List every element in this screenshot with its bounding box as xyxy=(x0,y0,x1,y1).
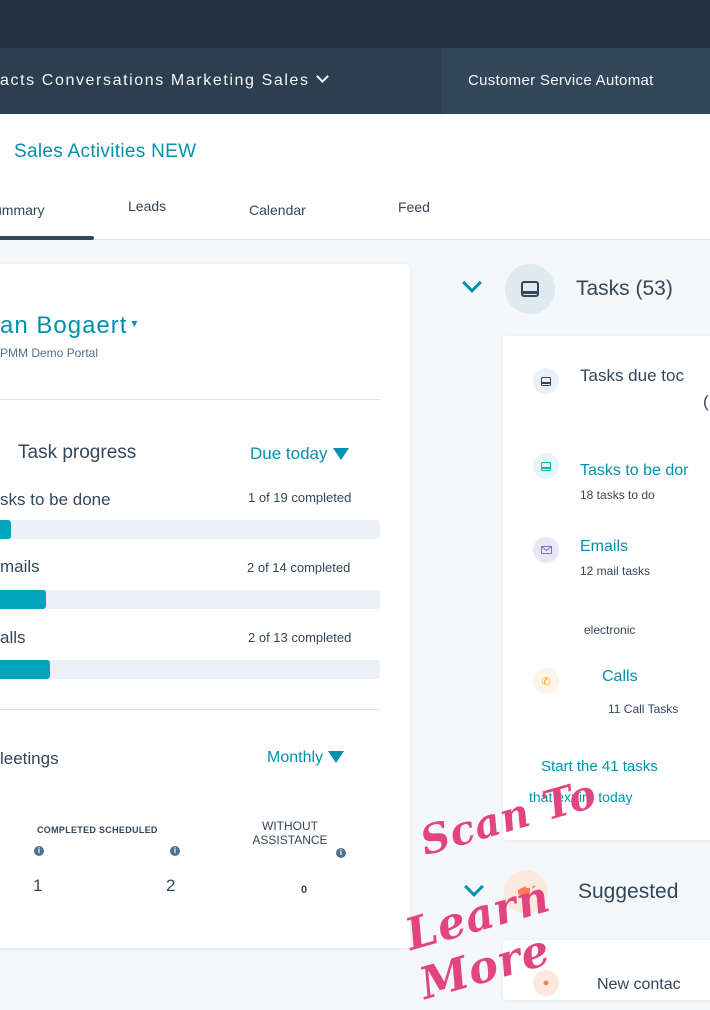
page-header: Sales Activities NEW ummary Leads Calend… xyxy=(0,114,710,240)
monthly-dropdown[interactable]: Monthly xyxy=(267,749,345,767)
chevron-down-icon[interactable] xyxy=(315,70,329,83)
emails-sub: 12 mail tasks xyxy=(580,564,651,578)
nav-menu-items[interactable]: acts Conversations Marketing Sales xyxy=(0,70,329,90)
start-tasks-link[interactable]: Start the 41 tasks xyxy=(541,758,658,775)
emails-progress-fill xyxy=(0,590,46,609)
tasks-to-do-sub: 18 tasks to do xyxy=(580,488,655,502)
meetings-title: leetings xyxy=(0,749,59,768)
tasks-title: Tasks (53) xyxy=(576,277,673,300)
tasks-done-count: 1 of 19 completed xyxy=(248,490,352,505)
tab-feed[interactable]: Feed xyxy=(398,199,430,215)
portal-name: PMM Demo Portal xyxy=(0,346,99,360)
nav-customer-service[interactable]: Customer Service Automat xyxy=(442,48,710,114)
page-title: Sales Activities NEW xyxy=(14,141,197,162)
triangle-down-icon[interactable] xyxy=(328,751,345,763)
calls-progress-bar xyxy=(0,660,380,679)
without-assistance-header: WITHOUT ASSISTANCE xyxy=(252,819,328,847)
email-icon xyxy=(533,537,559,563)
tasks-card: Tasks due toc ( Tasks to be dor 18 tasks… xyxy=(503,336,710,840)
without-assistance-value: 0 xyxy=(301,884,308,896)
caret-down-icon[interactable]: ▾ xyxy=(131,316,138,330)
tasks-done-label: sks to be done xyxy=(0,490,111,509)
tasks-due-today[interactable]: Tasks due toc xyxy=(580,366,684,386)
tasks-progress-fill xyxy=(0,520,11,539)
tab-leads[interactable]: Leads xyxy=(128,198,166,214)
nav-items-label[interactable]: acts Conversations Marketing Sales xyxy=(0,72,310,89)
completed-value: 1 xyxy=(33,876,43,895)
phone-icon: ✆ xyxy=(533,668,559,694)
due-today-dropdown[interactable]: Due today xyxy=(250,444,349,464)
summary-card: an Bogaert ▾ PMM Demo Portal Task progres… xyxy=(0,264,410,948)
info-icon[interactable]: i xyxy=(34,840,44,858)
due-today-label[interactable]: Due today xyxy=(250,444,328,463)
emails-label: mails xyxy=(0,557,40,576)
new-contact-item[interactable]: New contac xyxy=(597,976,681,994)
calls-sub: 11 Call Tasks xyxy=(608,702,679,716)
tasks-to-be-done-link[interactable]: Tasks to be dor xyxy=(580,462,689,480)
user-name-text[interactable]: an Bogaert xyxy=(0,312,127,339)
active-tab-indicator xyxy=(0,236,94,240)
customer-service-label[interactable]: Customer Service Automat xyxy=(468,72,654,89)
calls-label: alls xyxy=(0,628,26,647)
main-nav: acts Conversations Marketing Sales Custo… xyxy=(0,48,710,114)
tab-calendar[interactable]: Calendar xyxy=(249,202,306,218)
calls-progress-fill xyxy=(0,660,51,679)
task-progress-title: Task progress xyxy=(18,442,137,463)
chevron-down-icon[interactable] xyxy=(462,273,482,293)
info-icon[interactable]: i xyxy=(336,842,346,860)
electronic-label: electronic xyxy=(584,623,636,637)
tasks-progress-bar xyxy=(0,520,380,539)
task-icon xyxy=(533,453,559,479)
divider xyxy=(0,399,380,400)
emails-count: 2 of 14 completed xyxy=(247,560,351,575)
tab-summary[interactable]: ummary xyxy=(0,202,45,218)
tasks-due-today-count: ( xyxy=(703,392,709,411)
calls-count: 2 of 13 completed xyxy=(248,630,352,645)
info-icon[interactable]: i xyxy=(170,840,180,858)
divider xyxy=(0,709,380,710)
scheduled-value: 2 xyxy=(166,876,176,895)
tasks-icon xyxy=(505,264,555,314)
calls-link[interactable]: Calls xyxy=(602,668,638,686)
completed-scheduled-header: COMPLETED SCHEDULED xyxy=(37,825,158,835)
user-name[interactable]: an Bogaert ▾ xyxy=(0,312,138,340)
triangle-down-icon[interactable] xyxy=(332,448,349,460)
task-icon xyxy=(533,368,559,394)
top-bar xyxy=(0,0,710,48)
emails-link[interactable]: Emails xyxy=(580,538,628,556)
monthly-label[interactable]: Monthly xyxy=(267,749,323,766)
emails-progress-bar xyxy=(0,590,380,609)
